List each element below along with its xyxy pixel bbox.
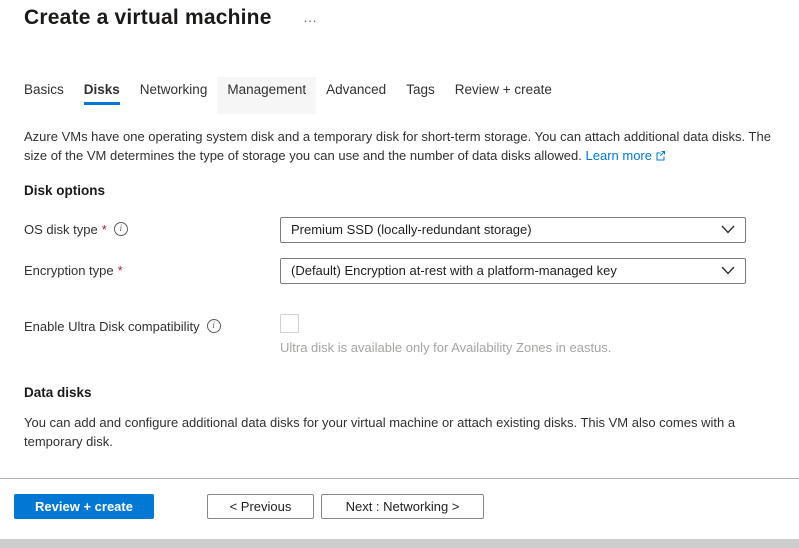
os-disk-type-label: OS disk type * i [24,217,280,237]
os-disk-type-value: Premium SSD (locally-redundant storage) [291,222,532,237]
tab-advanced[interactable]: Advanced [316,77,396,114]
tab-basics[interactable]: Basics [14,77,74,114]
page-title: Create a virtual machine [24,6,272,30]
review-create-button[interactable]: Review + create [14,494,154,519]
ultra-disk-checkbox[interactable] [280,314,299,333]
encryption-type-row: Encryption type * (Default) Encryption a… [24,258,775,284]
chevron-down-icon [721,222,735,237]
tab-tags[interactable]: Tags [396,77,445,114]
page-header: Create a virtual machine ... [24,6,775,30]
encryption-type-dropdown[interactable]: (Default) Encryption at-rest with a plat… [280,258,746,284]
page-content: Create a virtual machine ... Basics Disk… [0,0,799,546]
ultra-disk-row: Enable Ultra Disk compatibility i Ultra … [24,314,775,355]
next-networking-button[interactable]: Next : Networking > [321,494,484,519]
tab-review-create[interactable]: Review + create [445,77,562,114]
data-disks-description: You can add and configure additional dat… [24,413,769,452]
required-asterisk: * [118,263,123,278]
tab-disks[interactable]: Disks [74,77,130,114]
os-disk-type-row: OS disk type * i Premium SSD (locally-re… [24,217,775,243]
previous-button[interactable]: < Previous [207,494,314,519]
info-icon[interactable]: i [207,319,221,333]
tab-networking[interactable]: Networking [130,77,218,114]
tab-management[interactable]: Management [217,77,316,114]
learn-more-link[interactable]: Learn more [586,148,666,163]
os-disk-type-dropdown[interactable]: Premium SSD (locally-redundant storage) [280,217,746,243]
more-options-button[interactable]: ... [304,13,318,23]
required-asterisk: * [102,222,107,237]
ultra-disk-label: Enable Ultra Disk compatibility i [24,314,280,334]
external-link-icon [655,148,666,167]
encryption-type-value: (Default) Encryption at-rest with a plat… [291,263,617,278]
data-disks-heading: Data disks [24,385,775,400]
intro-paragraph: Azure VMs have one operating system disk… [24,128,775,167]
wizard-tabs: Basics Disks Networking Management Advan… [14,77,775,114]
info-icon[interactable]: i [114,222,128,236]
wizard-footer: Review + create < Previous Next : Networ… [0,478,799,540]
encryption-type-label: Encryption type * [24,258,280,278]
ultra-disk-helper-text: Ultra disk is available only for Availab… [280,340,746,355]
chevron-down-icon [721,263,735,278]
bottom-taskbar-strip [0,539,799,548]
disk-options-heading: Disk options [24,183,775,198]
